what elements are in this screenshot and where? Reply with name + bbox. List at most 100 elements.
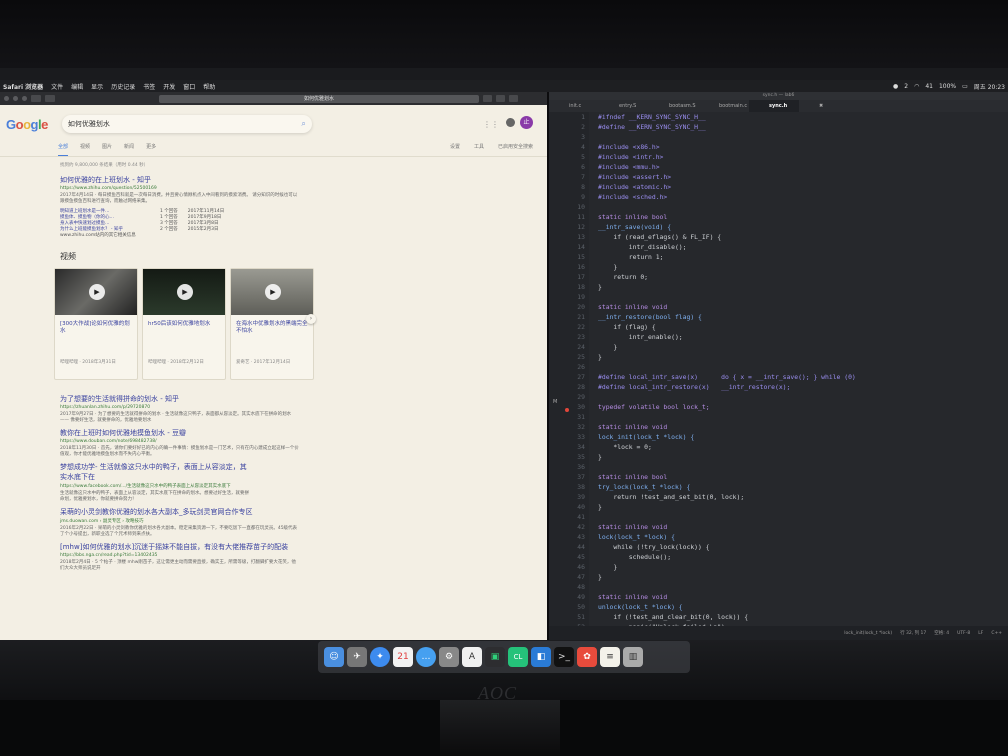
code-text[interactable]: __intr_save(void) { bbox=[598, 222, 671, 232]
code-text[interactable]: if (read_eflags() & FL_IF) { bbox=[598, 232, 721, 242]
code-text[interactable]: } bbox=[598, 452, 602, 462]
code-text[interactable]: #include <intr.h> bbox=[598, 152, 663, 162]
clion-icon[interactable]: CL bbox=[508, 647, 528, 667]
app-store-icon[interactable]: A bbox=[462, 647, 482, 667]
status-encoding[interactable]: UTF-8 bbox=[957, 631, 970, 636]
messages-icon[interactable]: … bbox=[416, 647, 436, 667]
code-line[interactable]: 19 bbox=[549, 292, 1008, 302]
code-line[interactable]: 38 try_lock(lock_t *lock) { bbox=[549, 482, 1008, 492]
wechat-icon[interactable]: ✿ bbox=[577, 647, 597, 667]
video-card[interactable]: ▶ hr50后该如何优雅地划水 哔哩哔哩 · 2018年2月12日 bbox=[142, 268, 226, 380]
tab-videos[interactable]: 视频 bbox=[80, 143, 90, 156]
zoom-button[interactable] bbox=[22, 96, 27, 101]
notifications-icon[interactable] bbox=[506, 118, 515, 127]
play-icon[interactable]: ▶ bbox=[177, 284, 193, 300]
code-text[interactable]: __intr_restore(bool flag) { bbox=[598, 312, 702, 322]
minimize-button[interactable] bbox=[13, 96, 18, 101]
code-line[interactable]: 3 bbox=[549, 132, 1008, 142]
code-line[interactable]: 20 static inline void bbox=[549, 302, 1008, 312]
code-line[interactable]: 44 while (!try_lock(lock)) { bbox=[549, 542, 1008, 552]
code-line[interactable]: 7 #include <assert.h> bbox=[549, 172, 1008, 182]
code-line[interactable]: 17 return 0; bbox=[549, 272, 1008, 282]
code-line[interactable]: 39 return !test_and_set_bit(0, lock); bbox=[549, 492, 1008, 502]
code-text[interactable]: try_lock(lock_t *lock) { bbox=[598, 482, 690, 492]
code-line[interactable]: 18} bbox=[549, 282, 1008, 292]
code-line[interactable]: 9 #include <sched.h> bbox=[549, 192, 1008, 202]
status-language[interactable]: C++ bbox=[991, 631, 1002, 636]
back-button[interactable] bbox=[31, 95, 41, 102]
status-symbol[interactable]: lock_init(lock_t *lock) bbox=[844, 631, 892, 636]
code-text[interactable]: lock(lock_t *lock) { bbox=[598, 532, 675, 542]
wifi-icon[interactable]: ◠ bbox=[914, 83, 919, 90]
code-text[interactable]: } bbox=[598, 562, 617, 572]
code-text[interactable]: if (flag) { bbox=[598, 322, 655, 332]
tab-entry-s[interactable]: entry.S bbox=[599, 100, 649, 112]
code-line[interactable]: 28 #define local_intr_restore(x) __intr_r… bbox=[549, 382, 1008, 392]
apps-grid-icon[interactable]: ⋮⋮ bbox=[483, 120, 499, 129]
calendar-icon[interactable]: 21 bbox=[393, 647, 413, 667]
code-text[interactable]: *lock = 0; bbox=[598, 442, 652, 452]
code-text[interactable]: static inline void bbox=[598, 302, 667, 312]
code-line[interactable]: 50 unlock(lock_t *lock) { bbox=[549, 602, 1008, 612]
result-title[interactable]: 呆萌的小灵剑教你优雅的划水各大副本_多玩剑灵官网合作专区 bbox=[60, 507, 300, 517]
code-line[interactable]: 21 __intr_restore(bool flag) { bbox=[549, 312, 1008, 322]
result-title[interactable]: 为了想要的生活就得拼命的划水 - 知乎 bbox=[60, 394, 300, 404]
code-line[interactable]: 6 #include <mmu.h> bbox=[549, 162, 1008, 172]
code-line[interactable]: 41 bbox=[549, 512, 1008, 522]
play-icon[interactable]: ▶ bbox=[265, 284, 281, 300]
code-line[interactable]: 5 #include <intr.h> bbox=[549, 152, 1008, 162]
code-line[interactable]: 16 } bbox=[549, 262, 1008, 272]
code-line[interactable]: 48 bbox=[549, 582, 1008, 592]
code-text[interactable]: } bbox=[598, 262, 617, 272]
code-line[interactable]: 25} bbox=[549, 352, 1008, 362]
result-title[interactable]: 教你在上班时如何优雅地摸鱼划水 - 豆瓣 bbox=[60, 428, 300, 438]
code-line[interactable]: 30 typedef volatile bool lock_t; bbox=[549, 402, 1008, 412]
code-text[interactable]: #define local_intr_restore(x) __intr_res… bbox=[598, 382, 790, 392]
code-text[interactable]: #define local_intr_save(x) do { x = __in… bbox=[598, 372, 856, 382]
code-text[interactable]: while (!try_lock(lock)) { bbox=[598, 542, 709, 552]
code-text[interactable]: schedule(); bbox=[598, 552, 671, 562]
tab-all[interactable]: 全部 bbox=[58, 143, 69, 156]
code-line[interactable]: 1 #ifndef __KERN_SYNC_SYNC_H__ bbox=[549, 112, 1008, 122]
close-button[interactable] bbox=[4, 96, 9, 101]
tab-close-icon[interactable]: ✖ bbox=[799, 100, 849, 112]
code-line[interactable]: 51 if (!test_and_clear_bit(0, lock)) { bbox=[549, 612, 1008, 622]
code-line[interactable]: 36 bbox=[549, 462, 1008, 472]
code-line[interactable]: 31 bbox=[549, 412, 1008, 422]
code-text[interactable]: static inline bool bbox=[598, 472, 667, 482]
code-line[interactable]: 27 #define local_intr_save(x) do { x = __… bbox=[549, 372, 1008, 382]
tab-news[interactable]: 新闻 bbox=[124, 143, 134, 156]
code-line[interactable]: 43 lock(lock_t *lock) { bbox=[549, 532, 1008, 542]
code-line[interactable]: 34 *lock = 0; bbox=[549, 442, 1008, 452]
code-line[interactable]: 4 #include <x86.h> bbox=[549, 142, 1008, 152]
status-count[interactable]: 2 bbox=[904, 83, 908, 90]
code-text[interactable]: #include <assert.h> bbox=[598, 172, 671, 182]
code-line[interactable]: 46 } bbox=[549, 562, 1008, 572]
forward-button[interactable] bbox=[45, 95, 55, 102]
code-line[interactable]: 32 static inline void bbox=[549, 422, 1008, 432]
chevron-right-icon[interactable]: › bbox=[306, 314, 316, 324]
tabs-button[interactable] bbox=[509, 95, 518, 102]
menu-history[interactable]: 历史记录 bbox=[111, 82, 135, 91]
code-line[interactable]: 26 bbox=[549, 362, 1008, 372]
code-text[interactable]: unlock(lock_t *lock) { bbox=[598, 602, 683, 612]
notification-icon[interactable]: ● bbox=[893, 83, 898, 90]
tab-sync-h[interactable]: sync.h bbox=[749, 100, 799, 112]
code-text[interactable]: typedef volatile bool lock_t; bbox=[598, 402, 710, 412]
status-temp[interactable]: 41 bbox=[925, 83, 933, 90]
vscode-icon[interactable]: ◧ bbox=[531, 647, 551, 667]
code-text[interactable]: } bbox=[598, 342, 617, 352]
result-title[interactable]: [mhw]如何优雅的划水]沉迷于摇妹不能自拔，有没有大佬推荐苗子的配装 bbox=[60, 542, 300, 552]
code-text[interactable]: #define __KERN_SYNC_SYNC_H__ bbox=[598, 122, 706, 132]
code-line[interactable]: 49 static inline void bbox=[549, 592, 1008, 602]
tab-init-c[interactable]: init.c bbox=[549, 100, 599, 112]
preferences-icon[interactable]: ⚙ bbox=[439, 647, 459, 667]
code-text[interactable]: } bbox=[598, 282, 602, 292]
avatar[interactable]: 止 bbox=[520, 116, 533, 129]
code-text[interactable]: static inline void bbox=[598, 522, 667, 532]
code-line[interactable]: 2 #define __KERN_SYNC_SYNC_H__ bbox=[549, 122, 1008, 132]
tab-bootmain-c[interactable]: bootmain.c bbox=[699, 100, 749, 112]
code-text[interactable]: #include <atomic.h> bbox=[598, 182, 671, 192]
trash-icon[interactable]: ▥ bbox=[623, 647, 643, 667]
code-line[interactable]: 15 return 1; bbox=[549, 252, 1008, 262]
